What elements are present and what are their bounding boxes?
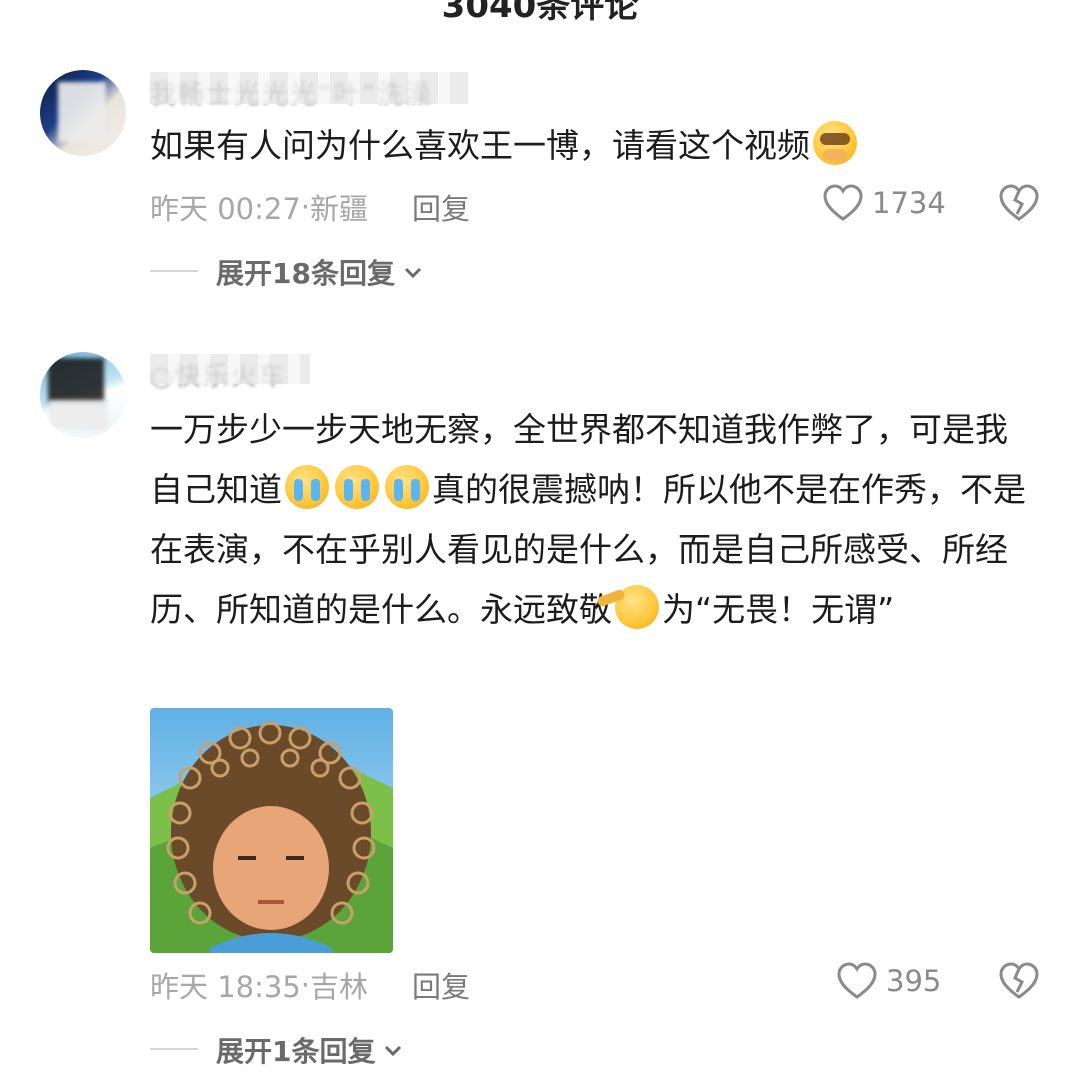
like-count: 1734 <box>872 186 946 220</box>
loudly-crying-face-icon <box>285 465 329 509</box>
comment-text-body: 为“无畏！无谓” <box>662 590 895 629</box>
comment-text: 如果有人问为什么喜欢王一博，请看这个视频 <box>150 116 1040 176</box>
username-mosaic <box>150 72 468 104</box>
broken-heart-icon <box>999 962 1039 999</box>
comment-time: 昨天 00:27 <box>150 192 301 226</box>
username-mosaic <box>150 354 310 384</box>
heart-icon <box>837 962 877 999</box>
like-button[interactable]: 1734 <box>822 184 946 222</box>
loudly-crying-face-icon <box>385 465 429 509</box>
dislike-button[interactable] <box>998 962 1040 1004</box>
comment-meta: 昨天 00:27 · 新疆 回复 <box>150 186 470 228</box>
like-button[interactable]: 395 <box>836 962 941 1000</box>
sticker-image[interactable] <box>150 708 393 953</box>
meta-separator: · <box>300 968 311 1002</box>
comment-text-body: 如果有人问为什么喜欢王一博，请看这个视频 <box>150 126 810 165</box>
saluting-face-icon <box>615 585 659 629</box>
loudly-crying-face-icon <box>335 465 379 509</box>
heart-icon <box>823 184 863 221</box>
expand-replies-button[interactable]: 展开18条回复 <box>150 252 425 292</box>
pleading-face-icon <box>813 121 857 165</box>
comment-location: 新疆 <box>310 192 369 226</box>
comment-meta: 昨天 18:35 · 吉林 回复 <box>150 964 470 1006</box>
dislike-button[interactable] <box>998 184 1040 226</box>
avatar[interactable] <box>40 352 126 438</box>
page-title: 3040条评论 <box>441 0 639 26</box>
chevron-down-icon <box>385 1045 402 1057</box>
expand-replies-label: 展开1条回复 <box>216 1035 376 1068</box>
chevron-down-icon <box>404 267 422 279</box>
reply-button[interactable]: 回复 <box>412 964 470 1006</box>
comment-location: 吉林 <box>310 970 369 1004</box>
reply-button[interactable]: 回复 <box>412 186 470 228</box>
broken-heart-icon <box>999 184 1039 221</box>
comment-time: 昨天 18:35 <box>150 970 301 1004</box>
expand-replies-button[interactable]: 展开1条回复 <box>150 1030 405 1070</box>
like-count: 395 <box>886 964 942 998</box>
meta-separator: · <box>300 190 311 224</box>
comment-text: 一万步少一步天地无察，全世界都不知道我作弊了，可是我自己知道 真的很震撼呐！所以他… <box>150 400 1040 640</box>
curly-hair-cartoon-sticker <box>150 708 393 953</box>
avatar[interactable] <box>40 70 126 156</box>
expand-replies-label: 展开18条回复 <box>216 257 395 290</box>
